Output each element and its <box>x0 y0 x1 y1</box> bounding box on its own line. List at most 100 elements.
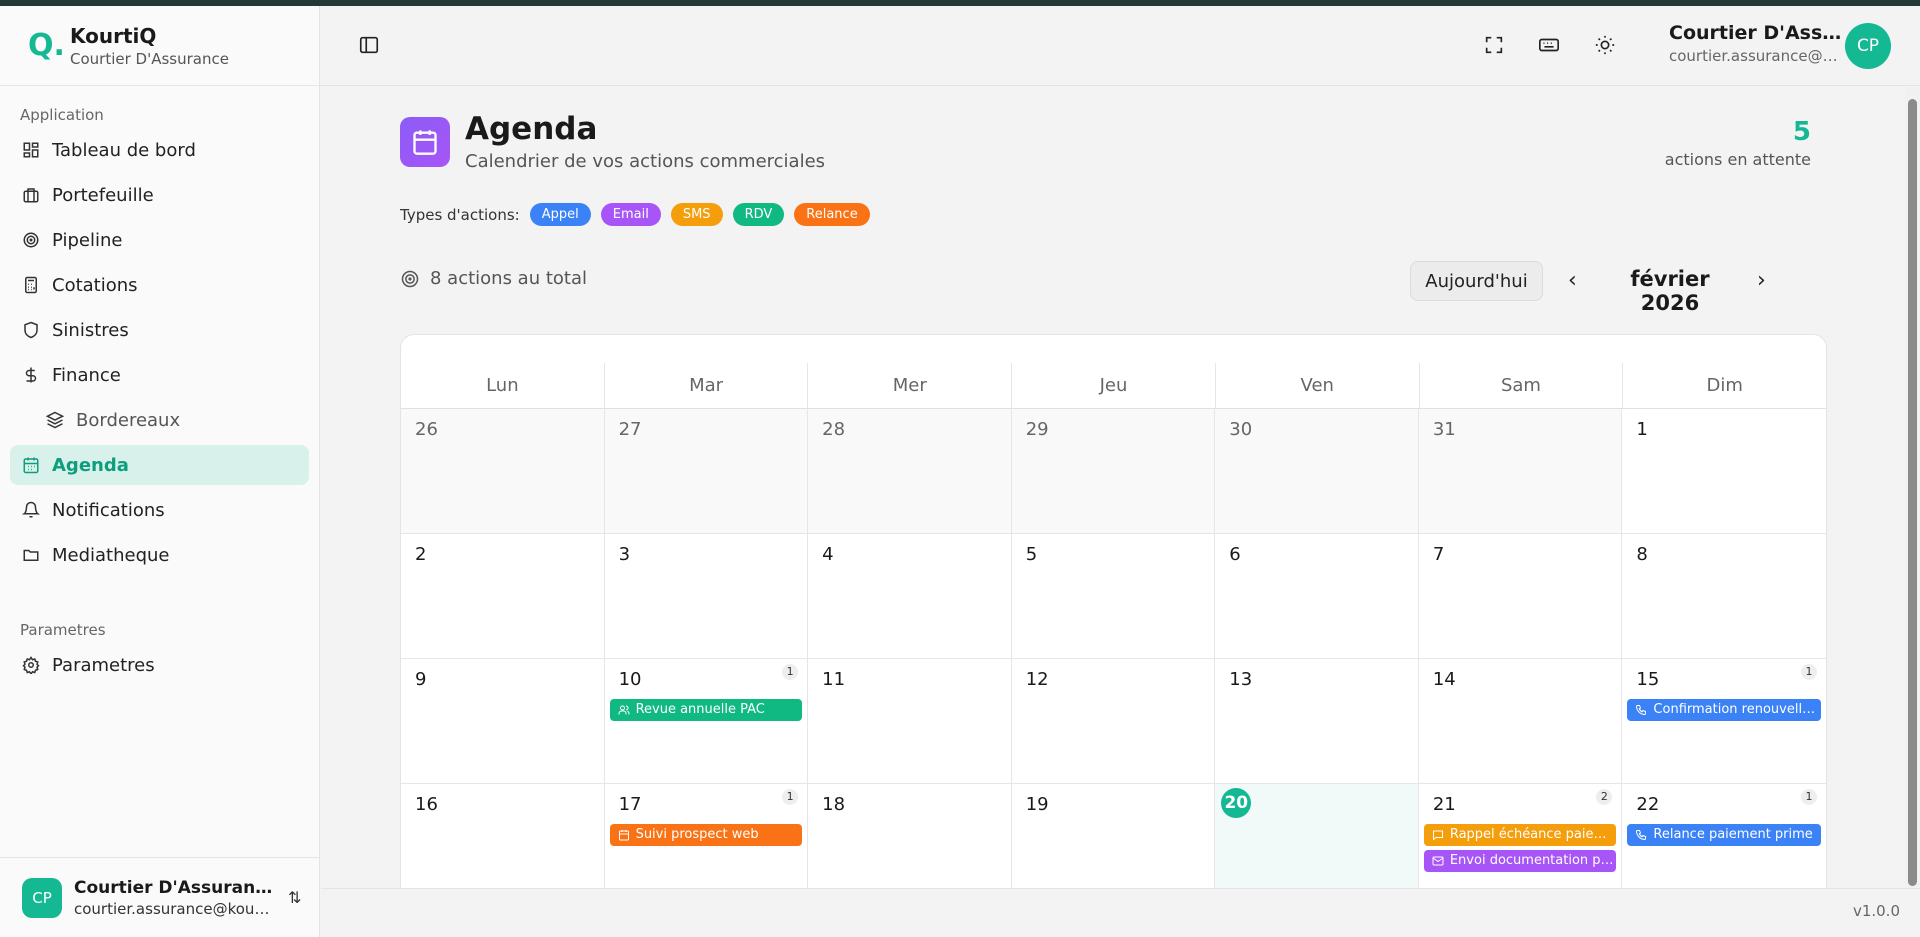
day-number: 30 <box>1229 419 1253 440</box>
day-number: 8 <box>1636 544 1648 565</box>
day-number: 1 <box>1636 419 1648 440</box>
total-actions: 8 actions au total <box>400 268 587 289</box>
sidebar-item-portefeuille[interactable]: Portefeuille <box>10 175 309 215</box>
day-number: 9 <box>415 669 427 690</box>
day-number: 26 <box>415 419 438 440</box>
calendar-day[interactable]: 26 <box>401 409 605 534</box>
types-label: Types d'actions: <box>400 205 520 224</box>
calendar-day[interactable]: 1 <box>1622 409 1826 534</box>
target-icon <box>23 232 39 248</box>
brand-header[interactable]: Q. KourtiQ Courtier D'Assurance <box>0 6 319 86</box>
sidebar-item-label: Pipeline <box>52 229 123 251</box>
calendar-event[interactable]: Confirmation renouvellement <box>1627 699 1821 721</box>
calendar-day-today[interactable]: 20 <box>1215 784 1419 888</box>
user-name: Courtier D'Assurance <box>74 877 274 898</box>
sidebar-item-pipeline[interactable]: Pipeline <box>10 220 309 260</box>
calendar-event[interactable]: Rappel échéance paiement <box>1423 824 1617 846</box>
sidebar-item-bordereaux[interactable]: Bordereaux <box>10 400 309 440</box>
calendar-day[interactable]: 27 <box>604 409 809 534</box>
calendar-day[interactable]: 16 <box>401 784 605 888</box>
day-number: 12 <box>1025 669 1049 690</box>
header-user[interactable]: Courtier D'Assurance courtier.assurance@… <box>1669 22 1844 65</box>
sidebar-item-parametres[interactable]: Parametres <box>10 645 309 685</box>
main-content: Agenda Calendrier de vos actions commerc… <box>321 87 1905 888</box>
prev-month-chevron-icon[interactable]: ‹ <box>1568 268 1577 293</box>
sidebar-item-tableau-de-bord[interactable]: Tableau de bord <box>10 130 309 170</box>
calendar-day[interactable]: 11 <box>808 659 1012 784</box>
calendar-day[interactable]: 8 <box>1622 534 1826 659</box>
sidebar-item-label: Agenda <box>52 454 129 476</box>
layers-icon <box>46 411 64 429</box>
day-number: 11 <box>822 669 846 690</box>
sidebar-item-notifications[interactable]: Notifications <box>10 490 309 530</box>
sun-icon[interactable] <box>1594 34 1618 58</box>
user-email: courtier.assurance@kourtiq.com <box>74 899 274 918</box>
pending-label: actions en attente <box>1664 150 1811 169</box>
calendar-day[interactable]: 12 <box>1011 659 1216 784</box>
calendar-day[interactable]: 4 <box>808 534 1012 659</box>
calendar-day[interactable]: 19 <box>1012 784 1216 888</box>
calendar-day[interactable]: 13 <box>1215 659 1419 784</box>
calendar-day[interactable]: 5 <box>1011 534 1216 659</box>
calendar-day[interactable]: 2 <box>401 534 605 659</box>
today-button[interactable]: Aujourd'hui <box>1410 261 1543 301</box>
version-label: v1.0.0 <box>1852 902 1900 920</box>
calendar-event[interactable]: Revue annuelle PAC <box>609 699 803 721</box>
sidebar-toggle-icon[interactable] <box>358 34 382 58</box>
calendar-day[interactable]: 6 <box>1215 534 1419 659</box>
calendar-day[interactable]: 14 <box>1418 659 1623 784</box>
calendar-day[interactable]: 21 2 Rappel échéance paiement Envoi documen… <box>1419 784 1623 888</box>
sidebar-item-label: Cotations <box>52 274 138 296</box>
next-month-chevron-icon[interactable]: › <box>1757 268 1766 293</box>
briefcase-icon <box>23 188 39 203</box>
header-avatar[interactable]: CP <box>1845 23 1891 69</box>
calendar-grid: 26 27 28 29 30 31 1 2 3 4 5 6 7 8 9 10 1 Revue annuelle P… <box>401 409 1826 888</box>
current-month: février 2026 <box>1630 267 1710 315</box>
calendar-icon <box>23 457 39 474</box>
type-pill-rdv: RDV <box>732 203 785 226</box>
folder-icon <box>23 549 39 561</box>
day-number: 31 <box>1432 419 1456 440</box>
sidebar-item-cotations[interactable]: Cotations <box>10 265 309 305</box>
day-number: 22 <box>1636 794 1660 815</box>
chevrons-up-down-icon[interactable]: ⇅ <box>288 888 301 907</box>
bell-icon <box>22 501 40 518</box>
sidebar-item-finance[interactable]: Finance <box>10 355 309 395</box>
calendar-day[interactable]: 18 <box>808 784 1012 888</box>
calendar-day[interactable]: 22 1 Relance paiement prime <box>1622 784 1826 888</box>
user-menu[interactable]: CP Courtier D'Assurance courtier.assuran… <box>0 857 320 937</box>
calendar-day[interactable]: 15 1 Confirmation renouvellement <box>1622 659 1826 784</box>
keyboard-icon[interactable] <box>1538 34 1562 58</box>
calendar-day[interactable]: 9 <box>401 659 605 784</box>
sidebar-item-agenda[interactable]: Agenda <box>10 445 309 485</box>
scrollbar-thumb[interactable] <box>1908 99 1917 886</box>
day-number: 2 <box>415 544 427 565</box>
calendar-event[interactable]: Suivi prospect web <box>609 824 803 846</box>
avatar: CP <box>22 877 62 918</box>
calendar-event[interactable]: Envoi documentation produit <box>1423 850 1617 872</box>
phone-icon <box>1636 705 1647 716</box>
day-number: 15 <box>1636 669 1660 690</box>
calendar-day[interactable]: 3 <box>604 534 809 659</box>
dollar-icon <box>25 367 37 383</box>
calendar-day[interactable]: 10 1 Revue annuelle PAC <box>604 659 809 784</box>
calendar: Lun Mar Mer Jeu Ven Sam Dim 26 27 28 29 30 31 1 2 3 4 5 6… <box>400 334 1827 888</box>
phone-icon <box>1636 830 1647 841</box>
weekday-header: Lun <box>401 363 605 408</box>
calendar-event[interactable]: Relance paiement prime <box>1627 824 1821 846</box>
calendar-day[interactable]: 31 <box>1418 409 1623 534</box>
sidebar-item-label: Finance <box>52 364 121 386</box>
dashboard-icon <box>23 142 39 158</box>
event-count-badge: 1 <box>782 664 799 680</box>
sidebar-item-mediatheque[interactable]: Mediatheque <box>10 535 309 575</box>
calendar-day[interactable]: 7 <box>1418 534 1623 659</box>
calendar-day[interactable]: 29 <box>1011 409 1216 534</box>
fullscreen-icon[interactable] <box>1483 34 1507 58</box>
sidebar-item-sinistres[interactable]: Sinistres <box>10 310 309 350</box>
type-pill-appel: Appel <box>529 203 591 226</box>
calendar-day[interactable]: 17 1 Suivi prospect web <box>605 784 809 888</box>
calendar-day[interactable]: 30 <box>1215 409 1419 534</box>
calendar-day[interactable]: 28 <box>808 409 1012 534</box>
sidebar-item-label: Bordereaux <box>76 409 181 431</box>
day-number: 10 <box>618 669 642 690</box>
